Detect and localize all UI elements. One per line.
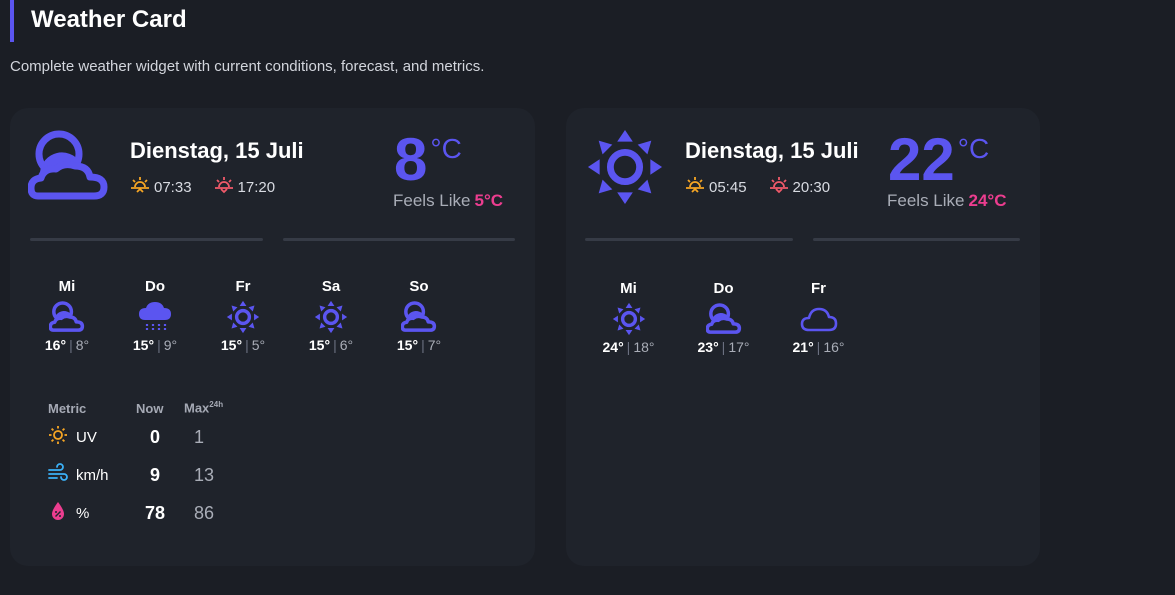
forecast-day: Sa 15° | 6°: [308, 278, 354, 353]
page-description: Complete weather widget with current con…: [10, 58, 485, 75]
sunrise-time: 07:33: [154, 178, 192, 196]
feels-like-label: Feels Like: [887, 191, 965, 210]
forecast-day-name: Mi: [620, 280, 637, 297]
forecast-day: Mi 16° | 8°: [44, 278, 90, 353]
metric-now-value: 9: [149, 464, 160, 485]
feels-like-value: 24°C: [968, 191, 1007, 210]
forecast-low: 17°: [728, 339, 750, 355]
divider: [585, 238, 793, 241]
feels-like-value: 5°C: [474, 191, 504, 210]
forecast-high: 16°: [44, 337, 67, 353]
forecast-low: 7°: [427, 337, 442, 353]
humidity-icon: [48, 501, 76, 525]
forecast-high: 23°: [697, 339, 719, 355]
forecast-day-name: Sa: [321, 278, 341, 295]
feels-like: Feels Like 24°C: [887, 191, 1006, 211]
uv-icon: [48, 425, 76, 449]
forecast-low: 6°: [339, 337, 354, 353]
sun-icon: [314, 299, 348, 335]
divider: [813, 238, 1020, 241]
forecast-day: Fr 21° | 16°: [792, 280, 845, 355]
forecast-day-name: Fr: [811, 280, 826, 297]
cloud-icon: [800, 301, 838, 337]
sunset-time: 17:20: [237, 178, 276, 196]
forecast-low: 5°: [251, 337, 266, 353]
current-temperature: 22 °C: [888, 126, 990, 193]
current-temperature: 8 °C: [394, 126, 462, 193]
forecast-low: 16°: [823, 339, 845, 355]
partly-cloudy-icon: [27, 130, 110, 207]
metric-row-wind: km/h 9 13: [48, 456, 223, 494]
current-date: Dienstag, 15 Juli: [685, 138, 859, 163]
forecast-day: So 15° | 7°: [396, 278, 442, 353]
forecast-list: Mi 24° | 18° Do 23° | 17° Fr 21° | 16°: [581, 280, 866, 355]
sunrise-time: 05:45: [709, 178, 747, 196]
metric-column-header: Metric: [48, 400, 87, 416]
metric-max-value: 86: [194, 502, 215, 523]
forecast-day-name: Do: [145, 278, 165, 295]
forecast-day: Do 15° | 9°: [132, 278, 178, 353]
partly-cloudy-icon: [401, 299, 437, 335]
forecast-high: 15°: [220, 337, 243, 353]
forecast-day-name: Do: [713, 280, 734, 297]
metrics-table: Metric Now Max24h UV 0 1 km/h 9 13 % 78 …: [48, 398, 223, 532]
forecast-low: 8°: [75, 337, 90, 353]
weather-card: Dienstag, 15 Juli 07:33 17:20 8 °C Feels…: [10, 108, 535, 566]
sun-icon: [612, 301, 646, 337]
current-date: Dienstag, 15 Juli: [130, 138, 304, 163]
metric-row-uv: UV 0 1: [48, 418, 223, 456]
sunrise-icon: [130, 176, 154, 198]
forecast-high: 15°: [396, 337, 419, 353]
now-column-header: Now: [136, 400, 164, 416]
divider: [283, 238, 515, 241]
forecast-high: 15°: [308, 337, 331, 353]
forecast-low: 9°: [163, 337, 178, 353]
rain-icon: [137, 299, 173, 335]
forecast-day: Fr 15° | 5°: [220, 278, 266, 353]
temperature-unit: °C: [957, 133, 990, 164]
wind-icon: [48, 463, 76, 487]
forecast-day: Do 23° | 17°: [697, 280, 750, 355]
sunset-icon: [214, 176, 238, 198]
forecast-list: Mi 16° | 8° Do 15° | 9° Fr 15° | 5° Sa 15°: [23, 278, 463, 353]
forecast-day-name: Mi: [58, 278, 76, 295]
temperature-unit: °C: [430, 133, 462, 164]
forecast-day-name: So: [409, 278, 429, 295]
forecast-high: 15°: [132, 337, 155, 353]
sunset-time: 20:30: [792, 178, 831, 196]
metric-now-value: 0: [149, 426, 160, 447]
sun-times: 07:33 17:20: [130, 176, 297, 198]
metric-now-value: 78: [144, 502, 166, 523]
weather-card: Dienstag, 15 Juli 05:45 20:30 22 °C Feel…: [566, 108, 1040, 566]
partly-cloudy-icon: [49, 299, 85, 335]
forecast-high: 24°: [602, 339, 624, 355]
forecast-low: 18°: [633, 339, 655, 355]
max-column-header: Max24h: [184, 400, 224, 416]
page-header: Weather Card: [10, 0, 187, 42]
sunset-icon: [769, 176, 793, 198]
temperature-value: 8: [394, 126, 428, 193]
metric-label: %: [76, 504, 90, 522]
forecast-high: 21°: [792, 339, 814, 355]
forecast-day-name: Fr: [235, 278, 251, 295]
metric-max-value: 1: [194, 426, 205, 447]
partly-cloudy-icon: [705, 301, 742, 337]
sun-times: 05:45 20:30: [685, 176, 852, 198]
metric-label: UV: [76, 428, 97, 446]
temperature-value: 22: [888, 126, 955, 193]
page-title: Weather Card: [31, 6, 187, 33]
metric-max-value: 13: [194, 464, 215, 485]
sun-icon: [226, 299, 260, 335]
divider: [30, 238, 263, 241]
sunrise-icon: [685, 176, 709, 198]
forecast-day: Mi 24° | 18°: [602, 280, 655, 355]
sun-icon: [586, 128, 664, 211]
metric-label: km/h: [76, 466, 109, 484]
feels-like-label: Feels Like: [393, 191, 471, 210]
feels-like: Feels Like 5°C: [393, 191, 503, 211]
metrics-header: Metric Now Max24h: [48, 398, 223, 418]
metric-row-humidity: % 78 86: [48, 494, 223, 532]
